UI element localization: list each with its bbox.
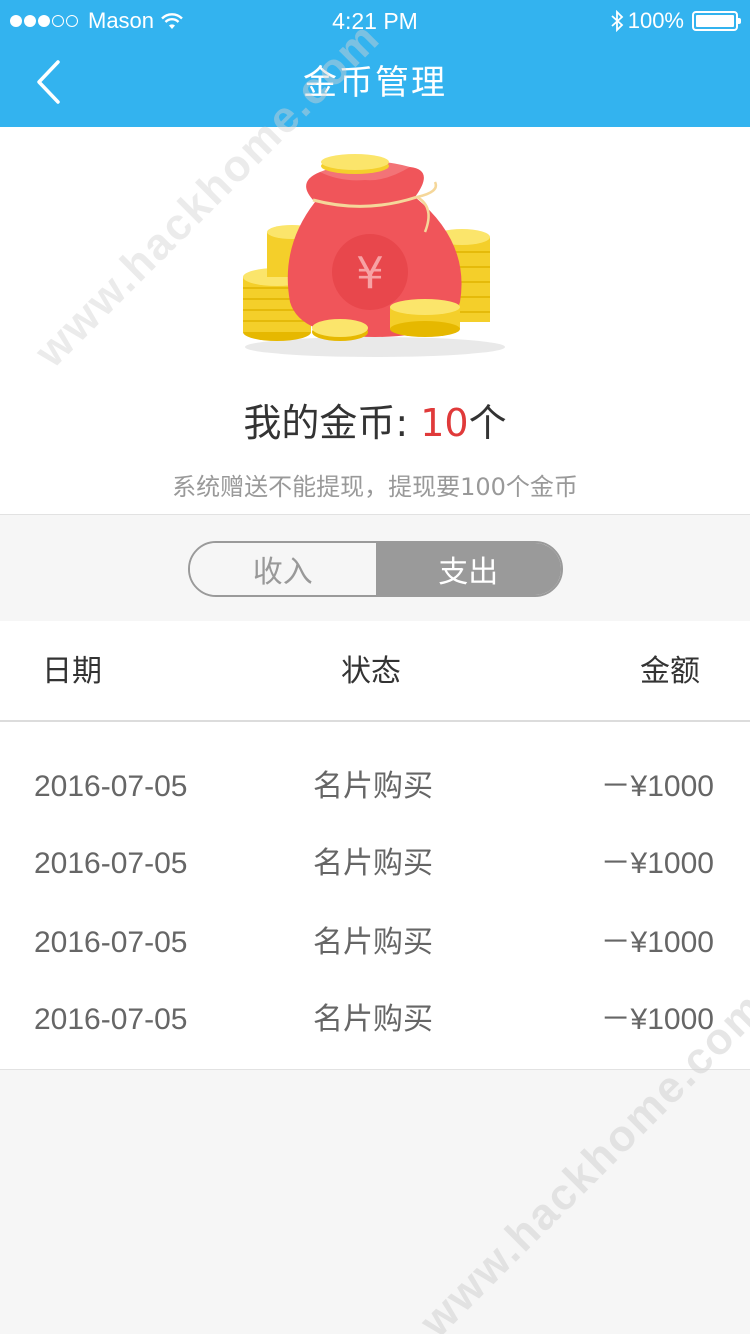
tab-income[interactable]: 收入 (190, 543, 376, 595)
coin-unit: 个 (468, 401, 507, 445)
status-bar: Mason 4:21 PM 100% (0, 0, 750, 40)
table-row: 2016-07-05 名片购买 －¥1000 (0, 748, 750, 826)
row-amount: －¥1000 (600, 1003, 714, 1036)
my-coins-line: 我的金币: 10个 (0, 392, 750, 447)
table-row: 2016-07-05 名片购买 －¥1000 (0, 981, 750, 1059)
header-amount: 金额 (640, 654, 700, 689)
row-amount: －¥1000 (600, 926, 714, 959)
income-expense-toggle: 收入 支出 (188, 541, 563, 597)
page-title: 金币管理 (303, 63, 447, 103)
my-coins-label: 我的金币: (243, 401, 421, 445)
coin-summary: ¥ 我的金币: 10个 系统赠送不能提现，提现要100个金币 (0, 127, 750, 515)
battery-icon (692, 11, 741, 31)
transaction-table: 日期 状态 金额 2016-07-05 名片购买 －¥1000 2016-07-… (0, 621, 750, 1070)
withdraw-note: 系统赠送不能提现，提现要100个金币 (172, 473, 578, 501)
table-row: 2016-07-05 名片购买 －¥1000 (0, 825, 750, 903)
row-amount: －¥1000 (600, 770, 714, 803)
row-amount: －¥1000 (600, 847, 714, 880)
app-header: Mason 4:21 PM 100% 金币管理 (0, 0, 750, 127)
navigation-bar: 金币管理 (0, 40, 750, 127)
battery-percent: 100% (627, 8, 684, 33)
table-row: 2016-07-05 名片购买 －¥1000 (0, 904, 750, 982)
table-header: 日期 状态 金额 (0, 621, 750, 722)
header-status: 状态 (341, 654, 401, 689)
svg-text:¥: ¥ (356, 248, 384, 299)
coin-count: 10 (420, 401, 469, 445)
status-right: 100% (610, 6, 741, 36)
bluetooth-icon (611, 10, 624, 32)
money-bag-illustration: ¥ (243, 154, 505, 357)
tab-expense[interactable]: 支出 (375, 543, 561, 595)
